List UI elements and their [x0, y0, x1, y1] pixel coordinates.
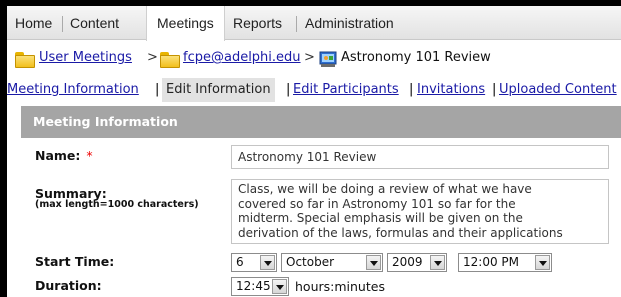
- nav-administration[interactable]: Administration: [305, 6, 394, 40]
- chevron-down-icon: [260, 255, 275, 270]
- nav-home[interactable]: Home: [15, 6, 52, 40]
- start-day-select[interactable]: 6: [231, 253, 277, 272]
- panel-header: Meeting Information: [21, 106, 621, 138]
- start-time-select[interactable]: 12:00 PM: [458, 253, 552, 272]
- chevron-down-icon: [430, 255, 445, 270]
- tab-invitations[interactable]: Invitations: [417, 82, 485, 97]
- chevron-down-icon: [366, 255, 381, 270]
- nav-divider: [296, 16, 297, 32]
- name-input[interactable]: Astronomy 101 Review: [231, 145, 609, 169]
- required-mark: *: [86, 148, 93, 163]
- tab-divider: |: [286, 82, 291, 97]
- summary-hint: (max length=1000 characters): [35, 199, 199, 210]
- summary-line: midterm. Special emphasis will be given …: [238, 211, 523, 225]
- tab-divider: |: [155, 82, 160, 97]
- nav-content[interactable]: Content: [70, 6, 119, 40]
- duration-units: hours:minutes: [295, 279, 385, 294]
- tab-uploaded-content[interactable]: Uploaded Content: [499, 82, 617, 97]
- duration-select[interactable]: 12:45: [231, 277, 289, 296]
- tab-edit-information[interactable]: Edit Information: [162, 78, 275, 102]
- summary-line: covered so far in Astronomy 101 so far f…: [238, 196, 516, 211]
- app-window: Home Content Meetings Reports Administra…: [7, 6, 621, 297]
- meeting-icon: [319, 51, 337, 67]
- tab-meeting-information[interactable]: Meeting Information: [7, 82, 139, 97]
- tab-edit-participants[interactable]: Edit Participants: [293, 82, 399, 97]
- duration-label: Duration:: [35, 278, 102, 293]
- tab-divider: |: [492, 82, 497, 97]
- top-nav: Home Content Meetings Reports Administra…: [7, 6, 621, 41]
- nav-divider: [62, 16, 63, 32]
- start-time-label: Start Time:: [35, 254, 115, 269]
- chevron-down-icon: [535, 255, 550, 270]
- summary-textarea[interactable]: Class, we will be doing a review of what…: [231, 179, 609, 244]
- panel-title: Meeting Information: [33, 114, 178, 129]
- chevron-down-icon: [272, 279, 287, 294]
- start-year-select[interactable]: 2009: [387, 253, 447, 272]
- start-month-select[interactable]: October: [281, 253, 383, 272]
- name-label: Name: *: [35, 148, 93, 163]
- breadcrumb-folder[interactable]: fcpe@adelphi.edu: [183, 50, 301, 65]
- nav-meetings[interactable]: Meetings: [146, 6, 225, 41]
- breadcrumb-user-meetings[interactable]: User Meetings: [39, 50, 132, 65]
- folder-icon: [15, 52, 35, 68]
- summary-line: derivation of the laws, formulas and the…: [238, 225, 563, 240]
- summary-line: Class, we will be doing a review of what…: [238, 182, 532, 196]
- nav-reports[interactable]: Reports: [233, 6, 282, 40]
- breadcrumb-separator: >: [304, 50, 315, 65]
- breadcrumb-separator: >: [147, 50, 158, 65]
- folder-icon: [160, 52, 180, 68]
- breadcrumb-meeting: Astronomy 101 Review: [341, 50, 491, 65]
- tab-divider: |: [409, 82, 414, 97]
- sub-tabs: Meeting Information | Edit Information |…: [7, 78, 621, 102]
- breadcrumb: User Meetings > fcpe@adelphi.edu > Astro…: [7, 44, 621, 74]
